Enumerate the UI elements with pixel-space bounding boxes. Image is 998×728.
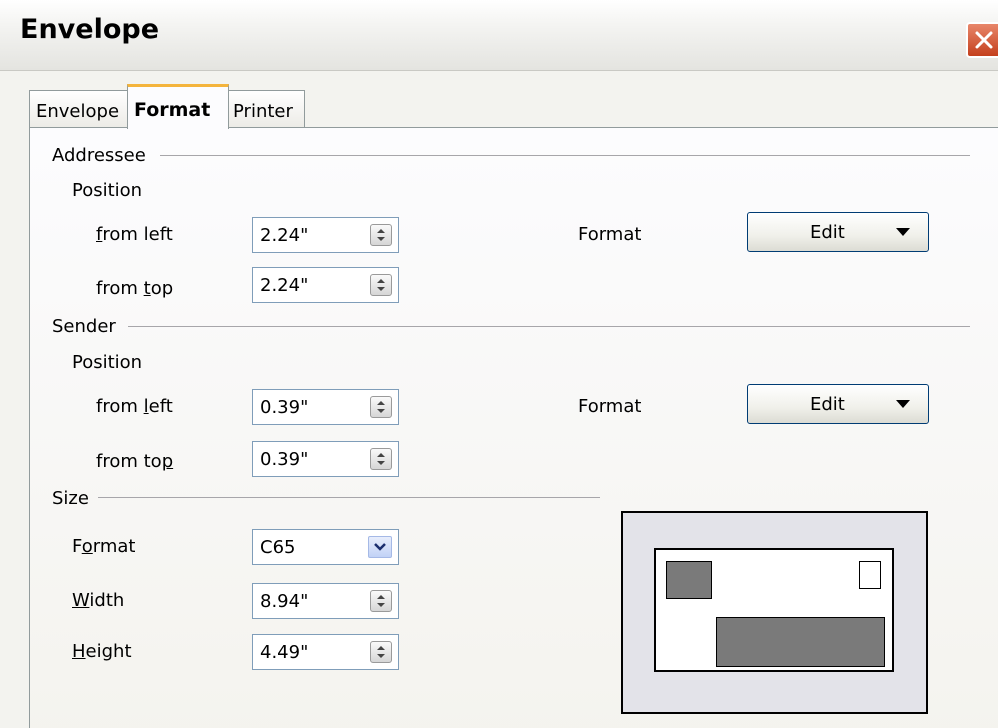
addressee-from-left-field[interactable]: 2.24": [252, 217, 399, 253]
size-separator: [98, 497, 600, 498]
sender-from-left-spinner[interactable]: [370, 396, 392, 418]
sender-format-label: Format: [578, 396, 642, 417]
sender-from-top-value: 0.39": [260, 449, 309, 470]
size-height-value: 4.49": [260, 642, 309, 663]
size-height-field[interactable]: 4.49": [252, 634, 399, 670]
size-format-label: Format: [72, 536, 136, 557]
envelope-dialog: Envelope Envelope Format Printer Address…: [0, 0, 998, 728]
sender-from-top-label: from top: [96, 451, 174, 472]
preview-addressee-block: [716, 617, 885, 667]
addressee-from-top-field[interactable]: 2.24": [252, 267, 399, 303]
preview-sender-block: [666, 561, 712, 599]
tab-format[interactable]: Format: [127, 84, 229, 129]
addressee-edit-label: Edit: [810, 222, 845, 243]
addressee-from-left-spinner[interactable]: [370, 224, 392, 246]
addressee-from-top-spinner[interactable]: [370, 274, 392, 296]
sender-position-label: Position: [72, 352, 143, 373]
sender-from-left-value: 0.39": [260, 397, 309, 418]
tab-printer-label: Printer: [233, 101, 293, 122]
size-format-dropdown-button[interactable]: [368, 536, 392, 558]
size-height-spinner[interactable]: [370, 641, 392, 663]
window-title: Envelope: [20, 14, 160, 45]
sender-edit-label: Edit: [810, 394, 845, 415]
addressee-separator: [160, 155, 970, 156]
size-heading: Size: [52, 488, 89, 509]
envelope-preview-sheet: [654, 548, 894, 672]
preview-stamp-block: [859, 561, 881, 589]
title-bar[interactable]: Envelope: [0, 0, 998, 71]
sender-heading: Sender: [52, 316, 116, 337]
sender-from-top-spinner[interactable]: [370, 448, 392, 470]
sender-from-left-field[interactable]: 0.39": [252, 389, 399, 425]
addressee-from-left-label: from left: [96, 224, 173, 245]
addressee-from-top-value: 2.24": [260, 275, 309, 296]
size-height-label: Height: [72, 641, 132, 662]
size-format-select[interactable]: C65: [252, 529, 399, 565]
size-width-label: Width: [72, 590, 125, 611]
envelope-preview: [621, 511, 928, 714]
sender-from-left-label: from left: [96, 396, 173, 417]
size-width-spinner[interactable]: [370, 590, 392, 612]
sender-separator: [128, 326, 970, 327]
size-width-field[interactable]: 8.94": [252, 583, 399, 619]
tab-printer[interactable]: Printer: [226, 90, 305, 128]
size-format-value: C65: [260, 537, 296, 558]
close-button[interactable]: [966, 22, 998, 58]
addressee-heading: Addressee: [52, 145, 146, 166]
addressee-from-top-label: from top: [96, 278, 174, 299]
addressee-edit-button[interactable]: Edit: [747, 212, 929, 252]
sender-edit-button[interactable]: Edit: [747, 384, 929, 424]
tab-envelope-label: Envelope: [36, 101, 120, 122]
addressee-format-label: Format: [578, 224, 642, 245]
addressee-from-left-value: 2.24": [260, 225, 309, 246]
tab-format-label: Format: [134, 99, 211, 121]
addressee-position-label: Position: [72, 180, 143, 201]
size-width-value: 8.94": [260, 591, 309, 612]
sender-from-top-field[interactable]: 0.39": [252, 441, 399, 477]
tab-envelope[interactable]: Envelope: [29, 90, 131, 128]
